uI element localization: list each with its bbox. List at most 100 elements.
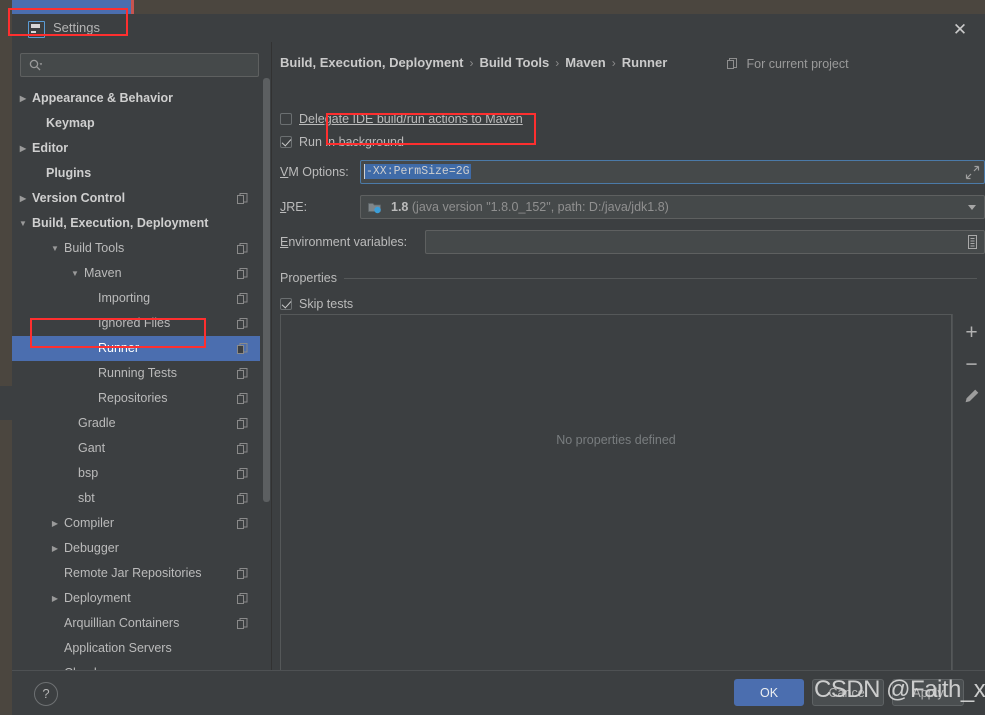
vm-options-label: VM Options:	[280, 165, 349, 179]
sidebar-item-debugger[interactable]: ▶Debugger	[12, 536, 260, 561]
breadcrumb-separator: ›	[463, 56, 479, 70]
skip-tests-checkbox[interactable]	[280, 298, 292, 310]
skip-tests-checkbox-row[interactable]: Skip tests	[280, 297, 353, 311]
sidebar-item-version-control[interactable]: ▶Version Control	[12, 186, 260, 211]
list-editor-icon[interactable]	[964, 234, 981, 250]
breadcrumb-item[interactable]: Runner	[622, 55, 668, 70]
sidebar-item-plugins[interactable]: Plugins	[12, 161, 260, 186]
environment-variables-input[interactable]	[425, 230, 985, 254]
background-window-marker	[131, 0, 134, 14]
expand-arrows-icon[interactable]	[965, 165, 980, 180]
jre-version: 1.8	[391, 200, 408, 214]
environment-variables-label: Environment variables:	[280, 235, 407, 249]
chevron-down-icon[interactable]: ▼	[48, 236, 62, 261]
csdn-watermark: CSDN @Faith_xzc	[814, 672, 985, 708]
annotation-vm-options	[326, 113, 536, 145]
sidebar-item-label: Plugins	[46, 161, 91, 186]
sidebar-item-label: Debugger	[64, 536, 119, 561]
close-icon[interactable]: ✕	[949, 20, 971, 40]
ok-button[interactable]: OK	[734, 679, 804, 706]
vm-options-value: -XX:PermSize=2G	[365, 164, 471, 179]
project-scope-icon	[237, 343, 248, 354]
sidebar-item-editor[interactable]: ▶Editor	[12, 136, 260, 161]
chevron-right-icon[interactable]: ▶	[16, 186, 30, 211]
chevron-down-icon[interactable]: ▼	[16, 211, 30, 236]
sidebar-item-label: Arquillian Containers	[64, 611, 179, 636]
chevron-right-icon[interactable]: ▶	[16, 86, 30, 111]
sidebar-item-appearance-behavior[interactable]: ▶Appearance & Behavior	[12, 86, 260, 111]
breadcrumb-separator: ›	[606, 56, 622, 70]
sidebar-item-compiler[interactable]: ▶Compiler	[12, 511, 260, 536]
sidebar-item-build-execution-deployment[interactable]: ▼Build, Execution, Deployment	[12, 211, 260, 236]
sidebar-item-label: Repositories	[98, 386, 167, 411]
project-scope-icon	[237, 193, 248, 204]
chevron-right-icon[interactable]: ▶	[48, 586, 62, 611]
project-scope-icon	[237, 243, 248, 254]
properties-table[interactable]: No properties defined	[280, 314, 952, 680]
help-button[interactable]: ?	[34, 682, 58, 706]
add-property-button[interactable]: +	[953, 320, 985, 349]
sidebar-item-label: Gant	[78, 436, 105, 461]
chevron-right-icon[interactable]: ▶	[16, 136, 30, 161]
remove-property-button[interactable]: −	[953, 352, 985, 381]
project-scope-icon	[727, 58, 738, 72]
sidebar-item-application-servers[interactable]: Application Servers	[12, 636, 260, 661]
sidebar-item-gant[interactable]: Gant	[12, 436, 260, 461]
sidebar-item-maven[interactable]: ▼Maven	[12, 261, 260, 286]
chevron-down-icon[interactable]	[968, 205, 976, 210]
sidebar-item-deployment[interactable]: ▶Deployment	[12, 586, 260, 611]
breadcrumb-item[interactable]: Build Tools	[479, 55, 549, 70]
properties-empty-text: No properties defined	[281, 433, 951, 447]
jre-value: 1.8 (java version "1.8.0_152", path: D:/…	[391, 200, 669, 214]
search-input[interactable]	[49, 57, 253, 76]
for-current-project-label: For current project	[727, 57, 849, 72]
sidebar-item-label: Remote Jar Repositories	[64, 561, 202, 586]
sidebar-item-label: Running Tests	[98, 361, 177, 386]
sidebar-item-arquillian-containers[interactable]: Arquillian Containers	[12, 611, 260, 636]
vm-options-input[interactable]: -XX:PermSize=2G	[360, 160, 985, 184]
sidebar-item-label: Editor	[32, 136, 68, 161]
sidebar-item-label: Appearance & Behavior	[32, 86, 173, 111]
jre-dropdown[interactable]: 1.8 (java version "1.8.0_152", path: D:/…	[360, 195, 985, 219]
sidebar-item-sbt[interactable]: sbt	[12, 486, 260, 511]
sidebar-scrollbar-thumb[interactable]	[263, 78, 270, 502]
sidebar-item-importing[interactable]: Importing	[12, 286, 260, 311]
sidebar-item-label: Keymap	[46, 111, 95, 136]
annotation-runner	[30, 318, 206, 348]
settings-tree[interactable]: ▶Appearance & BehaviorKeymap▶EditorPlugi…	[12, 86, 260, 680]
project-scope-icon	[237, 443, 248, 454]
sidebar-item-label: Build Tools	[64, 236, 124, 261]
sidebar-item-remote-jar-repositories[interactable]: Remote Jar Repositories	[12, 561, 260, 586]
chevron-right-icon[interactable]: ▶	[48, 511, 62, 536]
sidebar-item-label: bsp	[78, 461, 98, 486]
sidebar-item-label: sbt	[78, 486, 95, 511]
delegate-ide-checkbox[interactable]	[280, 113, 292, 125]
chevron-down-icon[interactable]: ▼	[68, 261, 82, 286]
sidebar-item-keymap[interactable]: Keymap	[12, 111, 260, 136]
sidebar-item-label: Importing	[98, 286, 150, 311]
background-window-strip	[0, 0, 12, 712]
breadcrumb-separator: ›	[549, 56, 565, 70]
sidebar-item-label: Compiler	[64, 511, 114, 536]
sidebar-item-running-tests[interactable]: Running Tests	[12, 361, 260, 386]
breadcrumb-item[interactable]: Maven	[565, 55, 605, 70]
sidebar-item-bsp[interactable]: bsp	[12, 461, 260, 486]
jre-label: JRE:	[280, 200, 307, 214]
breadcrumb-item[interactable]: Build, Execution, Deployment	[280, 55, 463, 70]
project-scope-icon	[237, 268, 248, 279]
sidebar-item-label: Gradle	[78, 411, 116, 436]
environment-variables-label-text: nvironment variables:	[288, 235, 407, 249]
sidebar-item-build-tools[interactable]: ▼Build Tools	[12, 236, 260, 261]
dialog-titlebar: Settings ✕	[12, 14, 985, 42]
settings-sidebar: ▶Appearance & BehaviorKeymap▶EditorPlugi…	[12, 42, 260, 682]
project-scope-icon	[237, 368, 248, 379]
sidebar-item-gradle[interactable]: Gradle	[12, 411, 260, 436]
sidebar-item-repositories[interactable]: Repositories	[12, 386, 260, 411]
search-box[interactable]	[20, 53, 259, 77]
edit-property-button[interactable]	[953, 382, 985, 411]
project-scope-icon	[237, 468, 248, 479]
project-scope-icon	[237, 418, 248, 429]
chevron-right-icon[interactable]: ▶	[48, 536, 62, 561]
sidebar-item-label: Maven	[84, 261, 122, 286]
run-in-background-checkbox[interactable]	[280, 136, 292, 148]
